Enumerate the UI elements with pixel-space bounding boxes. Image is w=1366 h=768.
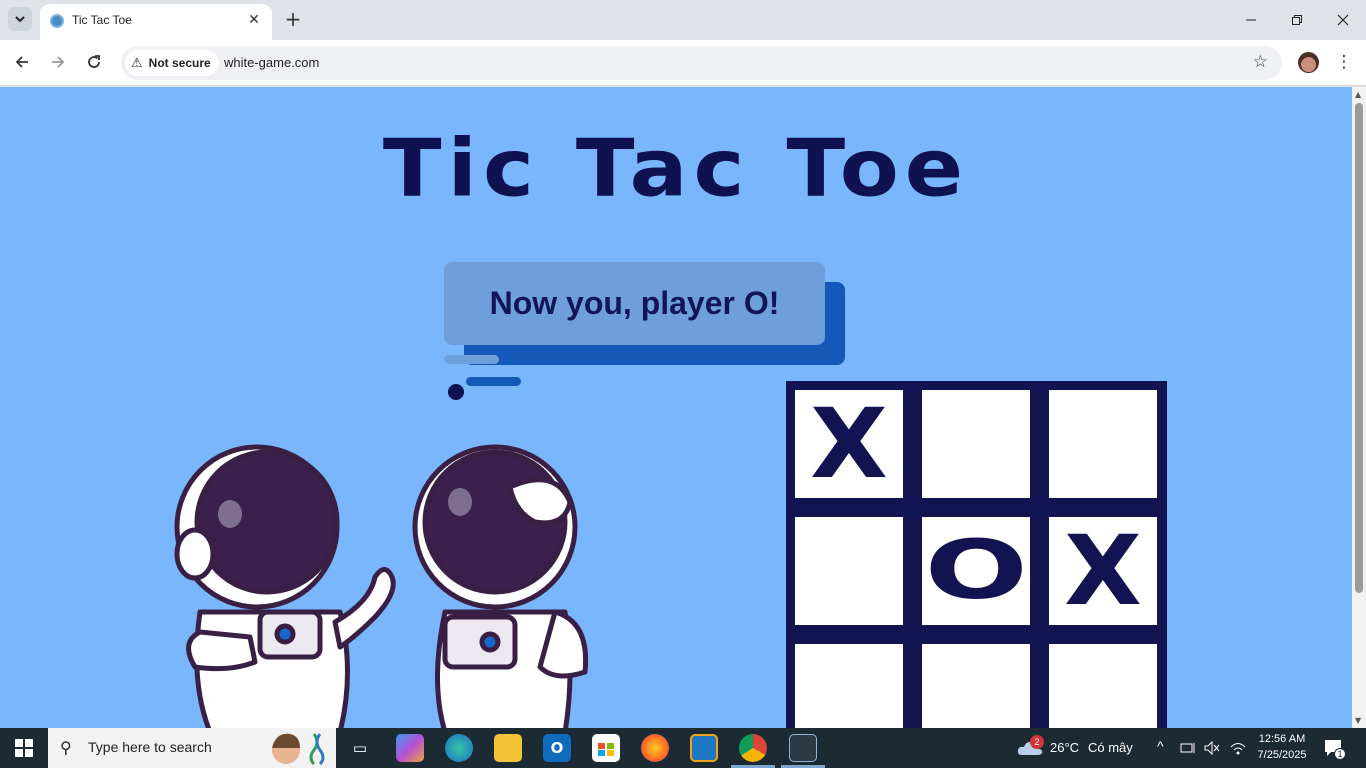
minimize-icon — [1246, 19, 1256, 21]
scroll-up-arrow-icon[interactable]: ▲ — [1355, 90, 1361, 99]
store-grid-icon — [598, 743, 614, 756]
windows-taskbar: ⚲ Type here to search ▭ O 2 26°C Có mây … — [0, 728, 1366, 768]
minimize-button[interactable] — [1228, 0, 1274, 40]
tab-search-button[interactable] — [8, 7, 32, 31]
browser-tab[interactable]: Tic Tac Toe ✕ — [40, 4, 272, 40]
page-title: Tic Tac Toe — [382, 123, 970, 215]
address-bar[interactable]: ⚠ Not secure white-game.com ☆ — [121, 46, 1282, 80]
chevron-down-icon — [15, 16, 25, 23]
bubble-tail-dash — [466, 377, 521, 386]
restore-button[interactable] — [1274, 0, 1320, 40]
board-cell[interactable] — [795, 517, 903, 625]
clock-date: 7/25/2025 — [1257, 749, 1307, 761]
warning-triangle-icon: ⚠ — [131, 55, 143, 71]
task-view-icon[interactable]: ▭ — [346, 734, 374, 762]
url-text[interactable]: white-game.com — [224, 55, 319, 70]
forward-arrow-icon — [52, 56, 65, 68]
edge-browser-icon[interactable] — [445, 734, 473, 762]
snipping-tool-icon[interactable] — [789, 734, 817, 762]
microsoft-store-icon[interactable] — [592, 734, 620, 762]
board-cell[interactable]: X — [1049, 517, 1157, 625]
copilot-icon[interactable] — [396, 734, 424, 762]
bookmark-star-icon[interactable]: ☆ — [1253, 52, 1268, 72]
browser-menu-icon[interactable]: ⋮ — [1334, 50, 1354, 74]
weather-badge: 2 — [1030, 735, 1044, 749]
astronaut-right-illustration — [412, 444, 589, 728]
board-cell[interactable] — [922, 390, 1030, 498]
back-button[interactable] — [8, 48, 36, 76]
tab-title: Tic Tac Toe — [72, 13, 132, 27]
board-cell[interactable] — [922, 644, 1030, 728]
volume-muted-icon[interactable] — [1204, 740, 1220, 756]
scrollbar-thumb[interactable] — [1355, 103, 1363, 593]
chrome-icon[interactable] — [739, 734, 767, 762]
forward-button[interactable] — [44, 48, 72, 76]
status-speech-bubble: Now you, player O! — [444, 262, 825, 345]
network-status-icon[interactable] — [1180, 741, 1198, 755]
weather-description[interactable]: Có mây — [1088, 740, 1133, 755]
board-cell[interactable]: X — [795, 390, 903, 498]
security-indicator[interactable]: ⚠ Not secure — [125, 50, 219, 76]
reload-icon — [88, 55, 100, 68]
firefox-icon[interactable] — [641, 734, 669, 762]
cell-mark: X — [810, 388, 888, 500]
back-arrow-icon — [15, 56, 28, 68]
board-cell[interactable]: O — [922, 517, 1030, 625]
taskbar-search-box[interactable]: ⚲ Type here to search — [48, 728, 336, 768]
vertical-scrollbar[interactable]: ▲ ▼ — [1352, 87, 1366, 728]
site-favicon-icon — [50, 14, 64, 28]
reload-button[interactable] — [80, 48, 108, 76]
cell-mark: O — [924, 523, 1028, 618]
search-placeholder: Type here to search — [88, 739, 212, 755]
scroll-down-arrow-icon[interactable]: ▼ — [1355, 716, 1361, 725]
restore-icon — [1292, 15, 1302, 25]
board-cell[interactable] — [1049, 644, 1157, 728]
file-explorer-icon[interactable] — [494, 734, 522, 762]
bubble-tail-dot — [448, 384, 464, 400]
start-button[interactable] — [0, 728, 48, 768]
cell-mark: X — [1064, 515, 1142, 627]
board-cell[interactable] — [795, 644, 903, 728]
wifi-icon[interactable] — [1230, 740, 1246, 756]
windows-logo-icon — [15, 739, 33, 757]
weather-temperature[interactable]: 26°C — [1050, 740, 1079, 755]
profile-avatar[interactable] — [1298, 52, 1319, 73]
show-hidden-icons-chevron-icon[interactable]: ^ — [1157, 738, 1164, 754]
close-tab-icon[interactable]: ✕ — [244, 10, 264, 30]
browser-tab-strip: Tic Tac Toe ✕ + — [0, 0, 1366, 40]
close-icon — [1337, 14, 1349, 26]
browser-toolbar: ⚠ Not secure white-game.com ☆ ⋮ — [0, 40, 1366, 86]
astronaut-left-illustration — [174, 444, 396, 728]
virtualbox-icon[interactable] — [690, 734, 718, 762]
outlook-icon[interactable]: O — [543, 734, 571, 762]
board-cell[interactable] — [1049, 390, 1157, 498]
page-viewport: Tic Tac Toe Now you, player O! X O X — [0, 87, 1352, 728]
bubble-tail-dash — [444, 355, 499, 364]
security-label: Not secure — [148, 56, 211, 70]
search-icon: ⚲ — [60, 738, 72, 757]
clock-time: 12:56 AM — [1258, 733, 1306, 745]
search-highlight-illustration-icon — [272, 733, 325, 766]
turn-status-message: Now you, player O! — [489, 285, 780, 321]
taskbar-clock[interactable]: 12:56 AM 7/25/2025 — [1254, 731, 1310, 763]
new-tab-button[interactable]: + — [282, 7, 304, 31]
game-board: X O X — [786, 381, 1167, 728]
close-window-button[interactable] — [1320, 0, 1366, 40]
notification-center-button[interactable]: 1 — [1322, 736, 1346, 760]
notification-count: 1 — [1334, 748, 1346, 760]
